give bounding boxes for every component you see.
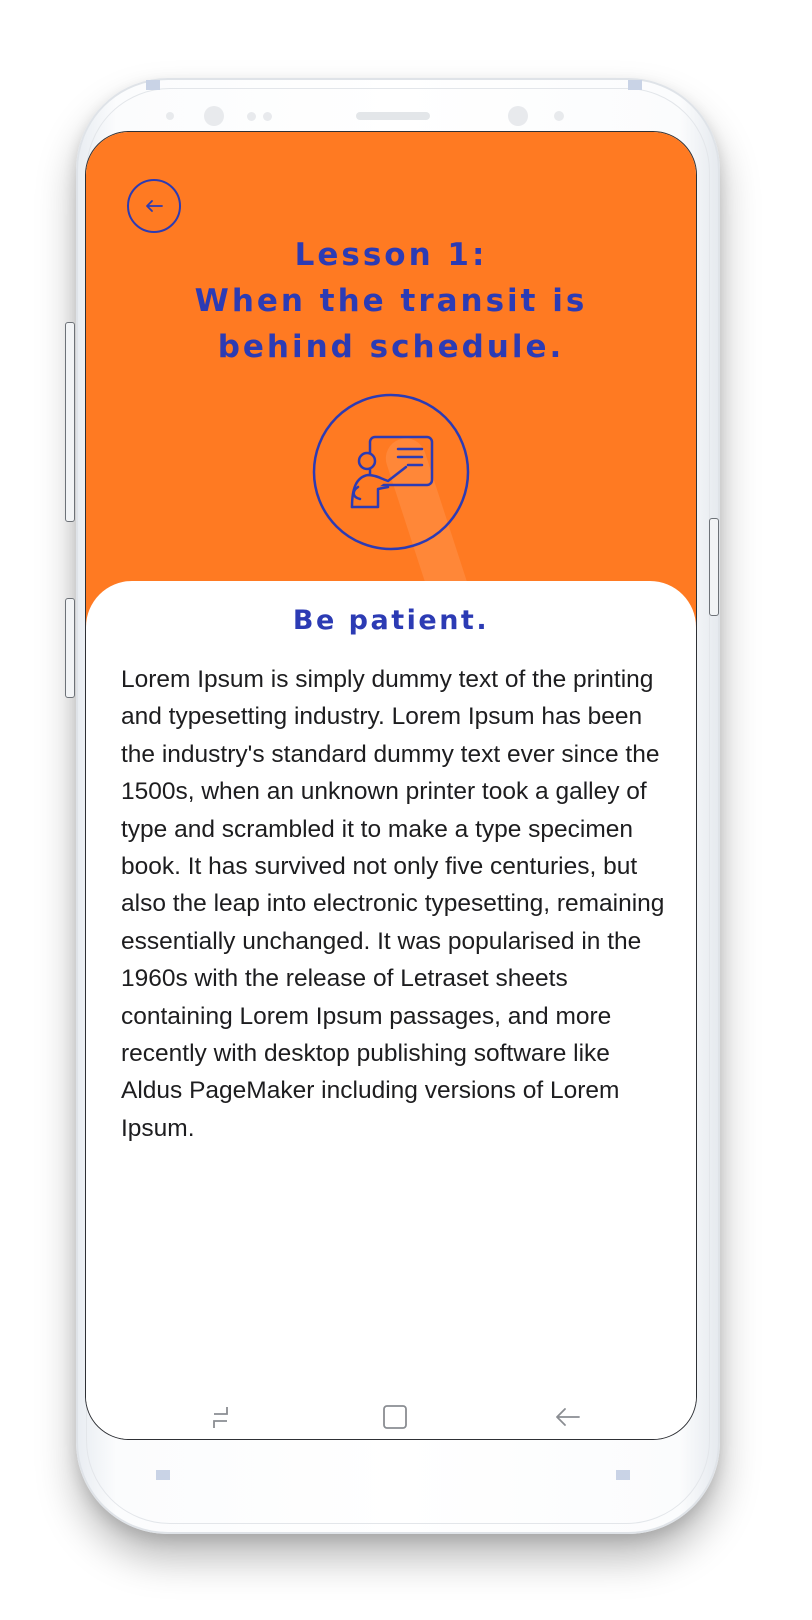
back-button[interactable] — [127, 179, 181, 233]
antenna-band — [146, 80, 160, 90]
sensor-dot — [247, 112, 256, 121]
sensor-dot — [263, 112, 272, 121]
lesson-body-text: Lorem Ipsum is simply dummy text of the … — [121, 666, 665, 1142]
lesson-title-line: behind schedule. — [217, 329, 565, 365]
lesson-title: Lesson 1: When the transit is behind sch… — [86, 232, 696, 370]
phone-screen: Lesson 1: When the transit is behind sch… — [85, 131, 697, 1440]
recent-apps-icon[interactable] — [206, 1402, 236, 1432]
iris-camera — [204, 106, 224, 126]
teacher-at-board-icon — [312, 393, 470, 551]
antenna-band — [616, 1470, 630, 1480]
lesson-title-line: When the transit is — [194, 283, 588, 319]
home-icon[interactable] — [380, 1402, 410, 1432]
proximity-sensor — [166, 112, 174, 120]
system-navigation-bar — [86, 1394, 696, 1434]
antenna-band — [156, 1470, 170, 1480]
lesson-content-card: Be patient. Lorem Ipsum is simply dummy … — [86, 581, 696, 1439]
lesson-heading: Be patient. — [292, 605, 490, 636]
volume-down-button — [65, 598, 75, 698]
arrow-left-icon — [146, 200, 163, 212]
back-icon[interactable] — [552, 1402, 582, 1432]
front-camera — [508, 106, 528, 126]
lesson-title-line: Lesson 1: — [294, 237, 488, 273]
sensor-dot — [554, 111, 564, 121]
volume-up-button — [65, 322, 75, 522]
antenna-band — [628, 80, 642, 90]
earpiece-speaker — [356, 112, 430, 120]
power-button — [709, 518, 719, 616]
